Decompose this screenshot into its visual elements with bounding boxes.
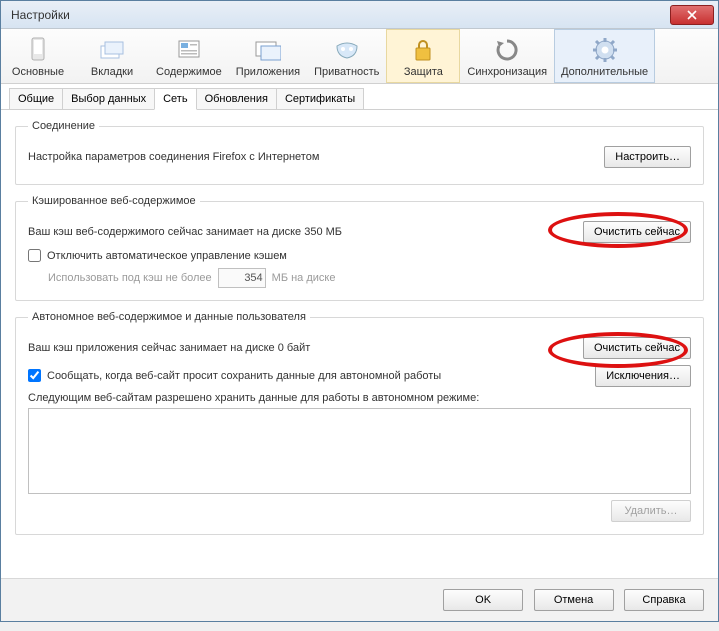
tab-updates[interactable]: Обновления [196,88,277,109]
offline-legend: Автономное веб-содержимое и данные польз… [28,311,310,323]
gear-icon [589,36,621,64]
tab-network[interactable]: Сеть [154,88,196,110]
settings-window: Настройки Основные Вкладки Содержимое Пр… [0,0,719,622]
toolbar-item-tabs[interactable]: Вкладки [75,29,149,83]
close-icon [687,10,697,20]
toolbar-label: Содержимое [156,66,222,78]
connection-text: Настройка параметров соединения Firefox … [28,151,604,163]
ok-button[interactable]: OK [443,589,523,611]
tabs-icon [96,36,128,64]
cache-limit-input[interactable] [218,268,266,288]
cached-group: Кэшированное веб-содержимое Ваш кэш веб-… [15,195,704,301]
lock-icon [407,36,439,64]
offline-sites-text: Следующим веб-сайтам разрешено хранить д… [28,392,691,404]
toolbar-label: Приложения [236,66,300,78]
toolbar-label: Дополнительные [561,66,648,78]
toolbar-label: Основные [12,66,64,78]
dialog-footer: OK Отмена Справка [1,578,718,621]
exceptions-button[interactable]: Исключения… [595,365,691,387]
close-button[interactable] [670,5,714,25]
disable-auto-cache-checkbox[interactable] [28,249,41,262]
delete-site-button[interactable]: Удалить… [611,500,691,522]
cache-limit-prefix: Использовать под кэш не более [48,272,212,284]
toolbar-item-security[interactable]: Защита [386,29,460,83]
notify-offline-label: Сообщать, когда веб-сайт просит сохранит… [47,370,441,382]
cancel-button[interactable]: Отмена [534,589,614,611]
offline-sites-list[interactable] [28,408,691,494]
cache-limit-suffix: МБ на диске [272,272,336,284]
cached-legend: Кэшированное веб-содержимое [28,195,200,207]
configure-button[interactable]: Настроить… [604,146,691,168]
content-area: Соединение Настройка параметров соединен… [1,110,718,578]
toolbar-item-content[interactable]: Содержимое [149,29,229,83]
toolbar-item-apps[interactable]: Приложения [229,29,307,83]
subtabs: Общие Выбор данных Сеть Обновления Серти… [1,84,718,110]
toolbar-label: Защита [404,66,443,78]
clear-cache-button[interactable]: Очистить сейчас [583,221,691,243]
toolbar-item-privacy[interactable]: Приватность [307,29,386,83]
toolbar-label: Вкладки [91,66,133,78]
mask-icon [331,36,363,64]
toolbar-item-main[interactable]: Основные [1,29,75,83]
phone-icon [22,36,54,64]
apps-icon [252,36,284,64]
titlebar: Настройки [1,1,718,29]
help-button[interactable]: Справка [624,589,704,611]
category-toolbar: Основные Вкладки Содержимое Приложения П… [1,29,718,84]
content-icon [173,36,205,64]
clear-offline-button[interactable]: Очистить сейчас [583,337,691,359]
connection-group: Соединение Настройка параметров соединен… [15,120,704,185]
offline-group: Автономное веб-содержимое и данные польз… [15,311,704,535]
toolbar-item-advanced[interactable]: Дополнительные [554,29,655,83]
connection-legend: Соединение [28,120,99,132]
tab-data-choices[interactable]: Выбор данных [62,88,155,109]
notify-offline-checkbox[interactable] [28,369,41,382]
disable-auto-cache-label: Отключить автоматическое управление кэше… [47,250,287,262]
toolbar-item-sync[interactable]: Синхронизация [460,29,554,83]
offline-usage-text: Ваш кэш приложения сейчас занимает на ди… [28,342,583,354]
toolbar-label: Синхронизация [467,66,547,78]
toolbar-label: Приватность [314,66,379,78]
window-title: Настройки [5,8,670,22]
tab-certificates[interactable]: Сертификаты [276,88,364,109]
tab-general[interactable]: Общие [9,88,63,109]
cache-usage-text: Ваш кэш веб-содержимого сейчас занимает … [28,226,583,238]
sync-icon [491,36,523,64]
